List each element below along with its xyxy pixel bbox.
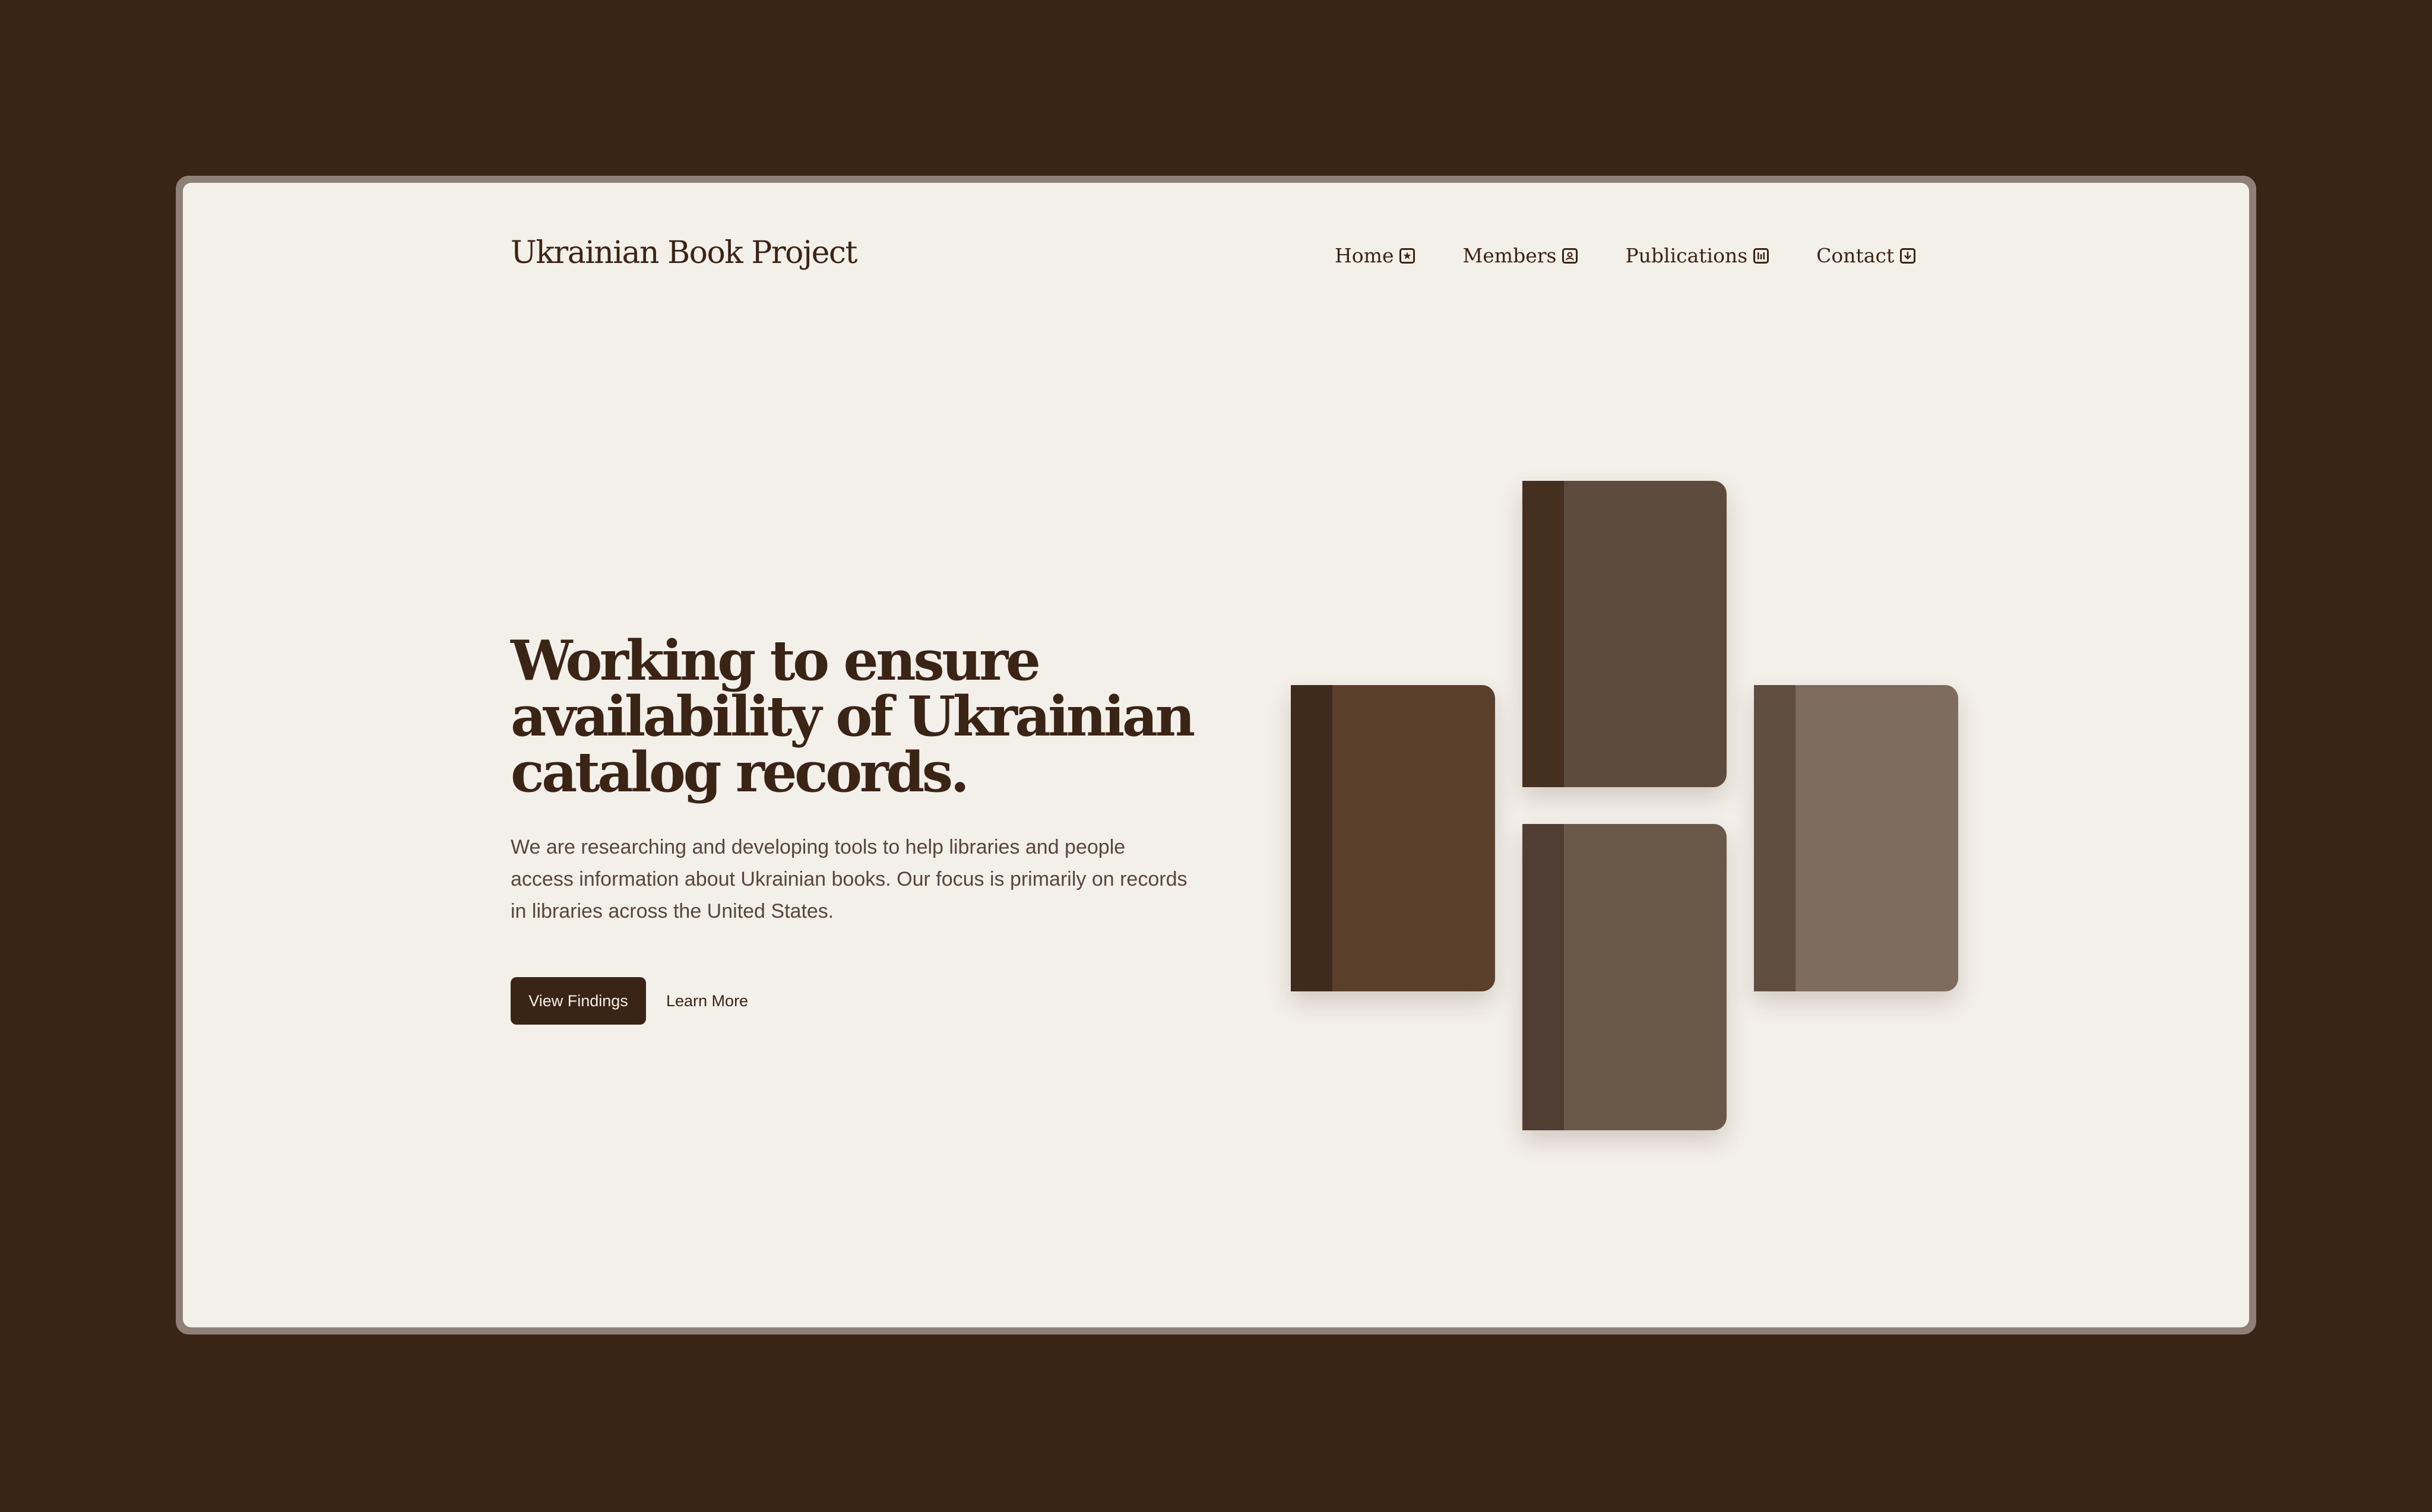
view-findings-button[interactable]: View Findings — [511, 977, 646, 1025]
nav-publications[interactable]: Publications — [1625, 246, 1769, 265]
nav-members[interactable]: Members — [1462, 246, 1578, 265]
learn-more-button[interactable]: Learn More — [657, 977, 758, 1025]
nav-home-label: Home — [1335, 244, 1394, 267]
nav-contact[interactable]: Contact — [1816, 244, 1916, 267]
download-box-icon — [1900, 248, 1916, 264]
nav-publications-label: Publications — [1625, 244, 1748, 267]
page-window: Ukrainian Book Project Home Members Publ… — [183, 183, 2249, 1327]
nav-contact-label: Contact — [1816, 244, 1895, 267]
columns-box-icon — [1753, 248, 1769, 264]
book-illustration-left — [1291, 685, 1495, 991]
book-spine — [1291, 685, 1332, 991]
user-box-icon — [1562, 248, 1578, 264]
book-illustration-top — [1522, 481, 1727, 787]
hero-headline: Working to ensure availability of Ukrain… — [511, 628, 1195, 804]
browser-frame: Ukrainian Book Project Home Members Publ… — [176, 176, 2256, 1335]
book-spine — [1522, 824, 1564, 1130]
site-title[interactable]: Ukrainian Book Project — [511, 237, 857, 268]
main-nav: Home Members Publications Contact — [1335, 244, 1916, 267]
book-spine — [1754, 685, 1796, 991]
star-box-icon — [1399, 248, 1416, 264]
book-illustration-right — [1754, 685, 1958, 991]
book-spine — [1522, 481, 1564, 787]
book-illustration-bottom — [1522, 824, 1727, 1130]
hero-description: We are researching and developing tools … — [511, 836, 1188, 923]
nav-home[interactable]: Home — [1335, 244, 1416, 267]
nav-members-label: Members — [1462, 244, 1557, 267]
